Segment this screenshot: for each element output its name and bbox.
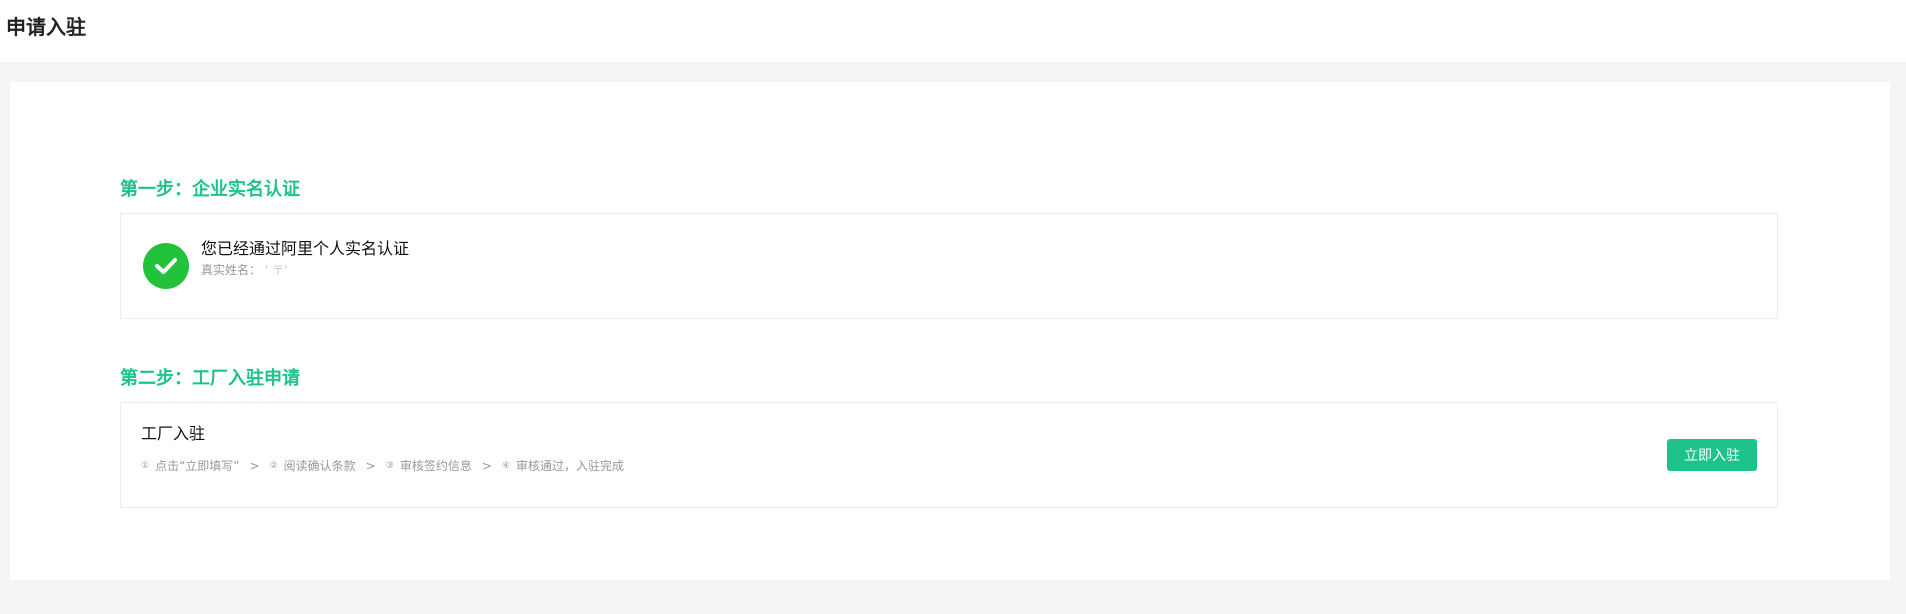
factory-apply-panel: 工厂入驻 ① 点击“立即填写” > ② 阅读确认条款 > ③ 审核签约信息 > ④ 审核通过，入驻完…: [120, 402, 1778, 508]
process-step: ④ 审核通过，入驻完成: [502, 458, 624, 474]
check-circle-icon: [143, 243, 189, 289]
verification-panel: 您已经通过阿里个人实名认证 真实姓名： ' 〒': [120, 213, 1778, 319]
process-step: ③ 审核签约信息: [386, 458, 472, 474]
factory-title: 工厂入驻: [141, 424, 206, 443]
page-title: 申请入驻: [6, 15, 86, 39]
process-separator: >: [249, 459, 260, 473]
process-step-number: ③: [385, 461, 394, 471]
page-header: 申请入驻: [0, 0, 1906, 62]
verified-text: 您已经通过阿里个人实名认证: [201, 239, 410, 258]
process-separator: >: [365, 459, 376, 473]
process-steps: ① 点击“立即填写” > ② 阅读确认条款 > ③ 审核签约信息 > ④ 审核通过，入驻完成: [141, 458, 624, 474]
content-card: 第一步：企业实名认证 您已经通过阿里个人实名认证 真实姓名： ' 〒' 第二步：工…: [10, 82, 1890, 580]
process-step-number: ②: [269, 461, 278, 471]
process-step-label: 审核通过，入驻完成: [515, 459, 624, 473]
real-name-row: 真实姓名： ' 〒': [201, 262, 287, 278]
step1-title: 第一步：企业实名认证: [120, 179, 300, 200]
step2-title: 第二步：工厂入驻申请: [120, 368, 300, 389]
process-step-number: ④: [501, 461, 510, 471]
process-step-label: 点击“立即填写”: [155, 459, 240, 473]
process-step-label: 阅读确认条款: [283, 459, 356, 473]
process-separator: >: [481, 459, 492, 473]
real-name-value: ' 〒': [265, 263, 288, 277]
apply-now-button[interactable]: 立即入驻: [1667, 439, 1757, 471]
process-step: ② 阅读确认条款: [270, 458, 356, 474]
process-step-label: 审核签约信息: [399, 459, 472, 473]
process-step: ① 点击“立即填写”: [141, 458, 240, 474]
process-step-number: ①: [141, 461, 150, 471]
real-name-label: 真实姓名：: [201, 263, 262, 277]
